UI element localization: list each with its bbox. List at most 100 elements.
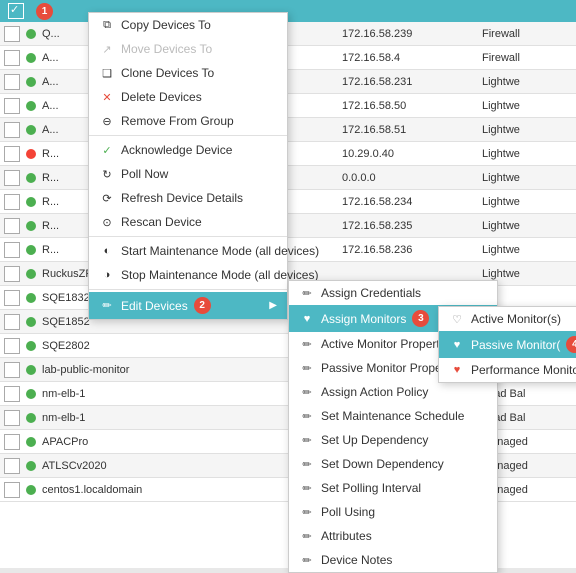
attributes-item[interactable]: ✏ Attributes — [289, 524, 497, 548]
row-checkbox[interactable] — [4, 482, 20, 498]
status-dot — [26, 125, 36, 135]
device-ip: 0.0.0.0 — [342, 172, 482, 184]
table-row[interactable]: R... 172.16.58.234 Lightwe — [0, 190, 576, 214]
device-type: Lightwe — [482, 148, 572, 160]
remove-from-group-label: Remove From Group — [121, 114, 234, 128]
select-all-checkbox[interactable]: ✓ — [8, 3, 24, 19]
set-up-dependency-label: Set Up Dependency — [321, 433, 428, 447]
device-notes-item[interactable]: ✏ Device Notes — [289, 548, 497, 572]
device-type: Lightwe — [482, 196, 572, 208]
status-dot — [26, 413, 36, 423]
status-dot — [26, 269, 36, 279]
table-row[interactable]: R... 10.29.0.40 Lightwe — [0, 142, 576, 166]
row-checkbox[interactable] — [4, 338, 20, 354]
table-row[interactable]: Q... 172.16.58.239 Firewall — [0, 22, 576, 46]
attributes-label: Attributes — [321, 529, 372, 543]
active-mon-props-icon: ✏ — [299, 338, 315, 351]
status-dot — [26, 389, 36, 399]
attributes-icon: ✏ — [299, 530, 315, 543]
performance-monitor-item[interactable]: ♥ Performance Monitor( — [439, 358, 576, 382]
set-down-dependency-item[interactable]: ✏ Set Down Dependency — [289, 452, 497, 476]
assign-credentials-label: Assign Credentials — [321, 286, 421, 300]
passive-monitor-item[interactable]: ♥ Passive Monitor( 4 — [439, 331, 576, 358]
context-menu-1: ⧉ Copy Devices To ↗ Move Devices To ❑ Cl… — [88, 12, 288, 320]
poll-using-label: Poll Using — [321, 505, 375, 519]
ack-icon: ✓ — [99, 144, 115, 157]
delete-devices-label: Delete Devices — [121, 90, 202, 104]
row-checkbox[interactable] — [4, 458, 20, 474]
status-dot — [26, 101, 36, 111]
set-up-dependency-item[interactable]: ✏ Set Up Dependency — [289, 428, 497, 452]
row-checkbox[interactable] — [4, 266, 20, 282]
active-monitors-item[interactable]: ♡ Active Monitor(s) — [439, 307, 576, 331]
row-checkbox[interactable] — [4, 242, 20, 258]
row-checkbox[interactable] — [4, 146, 20, 162]
up-dep-icon: ✏ — [299, 434, 315, 447]
table-row[interactable]: R... 172.16.58.235 Lightwe — [0, 214, 576, 238]
row-checkbox[interactable] — [4, 290, 20, 306]
copy-icon: ⧉ — [99, 19, 115, 32]
rescan-label: Rescan Device — [121, 215, 202, 229]
device-type: Lightwe — [482, 124, 572, 136]
remove-from-group-item[interactable]: ⊖ Remove From Group — [89, 109, 287, 133]
copy-devices-to-item[interactable]: ⧉ Copy Devices To — [89, 13, 287, 37]
stop-maintenance-item[interactable]: ◑ Stop Maintenance Mode (all devices) — [89, 263, 287, 287]
polling-interval-icon: ✏ — [299, 482, 315, 495]
device-type: Lightwe — [482, 220, 572, 232]
poll-now-item[interactable]: ↻ Poll Now — [89, 162, 287, 186]
set-maintenance-schedule-item[interactable]: ✏ Set Maintenance Schedule — [289, 404, 497, 428]
row-checkbox[interactable] — [4, 26, 20, 42]
row-checkbox[interactable] — [4, 170, 20, 186]
poll-icon: ↻ — [99, 168, 115, 181]
row-checkbox[interactable] — [4, 434, 20, 450]
refresh-label: Refresh Device Details — [121, 191, 243, 205]
delete-devices-item[interactable]: ✕ Delete Devices — [89, 85, 287, 109]
table-row[interactable]: A... 172.16.58.231 Lightwe — [0, 70, 576, 94]
acknowledge-device-label: Acknowledge Device — [121, 143, 232, 157]
start-maintenance-item[interactable]: ◐ Start Maintenance Mode (all devices) — [89, 239, 287, 263]
row-checkbox[interactable] — [4, 98, 20, 114]
rescan-device-item[interactable]: ⊙ Rescan Device — [89, 210, 287, 234]
acknowledge-device-item[interactable]: ✓ Acknowledge Device — [89, 138, 287, 162]
row-checkbox[interactable] — [4, 386, 20, 402]
set-polling-interval-item[interactable]: ✏ Set Polling Interval — [289, 476, 497, 500]
move-devices-label: Move Devices To — [121, 42, 212, 56]
device-ip: 172.16.58.234 — [342, 196, 482, 208]
refresh-device-details-item[interactable]: ⟳ Refresh Device Details — [89, 186, 287, 210]
start-maint-icon: ◐ — [99, 245, 115, 257]
device-type: Firewall — [482, 52, 572, 64]
device-type: Lightwe — [482, 268, 572, 280]
table-row[interactable]: A... 172.16.58.50 Lightwe — [0, 94, 576, 118]
device-type: Lightwe — [482, 100, 572, 112]
assign-monitors-label: Assign Monitors — [321, 312, 406, 326]
assign-credentials-item[interactable]: ✏ Assign Credentials — [289, 281, 497, 305]
performance-monitor-label: Performance Monitor( — [471, 363, 576, 377]
set-down-dependency-label: Set Down Dependency — [321, 457, 444, 471]
table-row[interactable]: A... 172.16.58.51 Lightwe — [0, 118, 576, 142]
table-row[interactable]: R... 0.0.0.0 Lightwe — [0, 166, 576, 190]
row-checkbox[interactable] — [4, 314, 20, 330]
status-dot — [26, 149, 36, 159]
device-ip: 172.16.58.231 — [342, 76, 482, 88]
clone-devices-to-item[interactable]: ❑ Clone Devices To — [89, 61, 287, 85]
row-checkbox[interactable] — [4, 50, 20, 66]
assign-monitors-badge: 3 — [412, 310, 429, 327]
row-checkbox[interactable] — [4, 74, 20, 90]
table-row[interactable]: A... 172.16.58.4 Firewall — [0, 46, 576, 70]
row-checkbox[interactable] — [4, 218, 20, 234]
row-checkbox[interactable] — [4, 122, 20, 138]
device-type: Lightwe — [482, 172, 572, 184]
row-checkbox[interactable] — [4, 194, 20, 210]
perf-monitor-icon: ♥ — [449, 364, 465, 376]
assign-action-policy-item[interactable]: ✏ Assign Action Policy — [289, 380, 497, 404]
row-checkbox[interactable] — [4, 410, 20, 426]
active-monitor-props-label: Active Monitor Properties — [321, 337, 455, 351]
status-dot — [26, 461, 36, 471]
move-icon: ↗ — [99, 43, 115, 56]
device-ip: 172.16.58.239 — [342, 28, 482, 40]
poll-using-item[interactable]: ✏ Poll Using — [289, 500, 497, 524]
row-checkbox[interactable] — [4, 362, 20, 378]
device-notes-label: Device Notes — [321, 553, 392, 567]
status-dot — [26, 365, 36, 375]
edit-devices-item[interactable]: ✏ Edit Devices 2 ▶ — [89, 292, 287, 319]
